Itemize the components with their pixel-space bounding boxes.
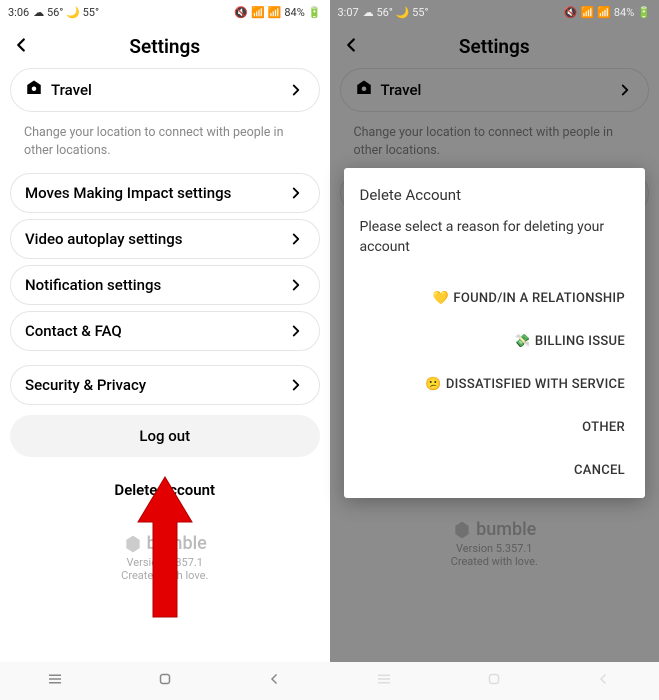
signal-icon: 📶 (268, 6, 282, 19)
back-button[interactable] (10, 34, 32, 60)
frown-icon: 😕 (425, 377, 442, 392)
page-title: Settings (129, 35, 200, 58)
battery-icon: 🔋 (637, 6, 651, 19)
travel-row[interactable]: Travel (10, 68, 320, 112)
settings-content: Travel Change your location to connect w… (0, 68, 330, 662)
wifi-icon: 📶 (580, 6, 594, 19)
delete-account-dialog: Delete Account Please select a reason fo… (344, 168, 646, 498)
footer: bumble Version 5.357.1 Created with love… (10, 513, 320, 592)
nav-recent-icon[interactable] (46, 670, 64, 692)
mute-icon: 🔇 (234, 6, 248, 19)
moves-row[interactable]: Moves Making Impact settings (10, 173, 320, 213)
mute-icon: 🔇 (564, 6, 578, 19)
heart-icon: 💛 (433, 291, 450, 306)
notification-row[interactable]: Notification settings (10, 265, 320, 305)
status-weather: ☁ 56° 🌙 55° (363, 6, 429, 19)
chevron-left-icon (10, 34, 32, 56)
option-cancel[interactable]: CANCEL (360, 449, 630, 492)
option-billing-issue[interactable]: 💸BILLING ISSUE (360, 320, 630, 363)
nav-recent-icon[interactable] (375, 670, 393, 692)
contact-faq-row[interactable]: Contact & FAQ (10, 311, 320, 351)
travel-description: Change your location to connect with peo… (10, 118, 320, 173)
option-dissatisfied[interactable]: 😕DISSATISFIED WITH SERVICE (360, 363, 630, 406)
status-time: 3:07 (338, 6, 359, 19)
travel-icon (25, 79, 43, 101)
status-bar: 3:07 ☁ 56° 🌙 55° 🔇 📶 📶 84% 🔋 (330, 0, 659, 24)
dialog-message: Please select a reason for deleting your… (360, 218, 630, 257)
version-text: Version 5.357.1 (10, 556, 320, 569)
chevron-right-icon (287, 81, 305, 99)
travel-label: Travel (51, 81, 92, 99)
dialog-title: Delete Account (360, 186, 630, 204)
battery-text: 84% (284, 6, 304, 19)
nav-back-icon[interactable] (266, 670, 284, 692)
nav-home-icon[interactable] (156, 670, 174, 692)
android-navbar (0, 662, 330, 700)
status-time: 3:06 (8, 6, 29, 19)
moves-label: Moves Making Impact settings (25, 184, 231, 202)
option-other[interactable]: OTHER (360, 406, 630, 449)
bumble-hex-icon (123, 534, 143, 554)
brand-logo: bumble (10, 533, 320, 554)
android-navbar (330, 662, 659, 700)
nav-back-icon[interactable] (595, 670, 613, 692)
phone-screen-right: 3:07 ☁ 56° 🌙 55° 🔇 📶 📶 84% 🔋 Settings Tr… (330, 0, 659, 700)
logout-button[interactable]: Log out (10, 415, 320, 457)
chevron-right-icon (287, 276, 305, 294)
battery-text: 84% (614, 6, 634, 19)
wifi-icon: 📶 (251, 6, 265, 19)
chevron-right-icon (287, 376, 305, 394)
option-found-relationship[interactable]: 💛FOUND/IN A RELATIONSHIP (360, 277, 630, 320)
chevron-right-icon (287, 322, 305, 340)
tagline-text: Created with love. (10, 569, 320, 582)
chevron-right-icon (287, 184, 305, 202)
notification-label: Notification settings (25, 276, 161, 294)
brand-text: bumble (147, 533, 207, 554)
signal-icon: 📶 (597, 6, 611, 19)
video-row[interactable]: Video autoplay settings (10, 219, 320, 259)
security-row[interactable]: Security & Privacy (10, 365, 320, 405)
nav-home-icon[interactable] (485, 670, 503, 692)
chevron-right-icon (287, 230, 305, 248)
battery-icon: 🔋 (308, 6, 322, 19)
video-label: Video autoplay settings (25, 230, 182, 248)
security-label: Security & Privacy (25, 376, 146, 394)
status-weather: ☁ 56° 🌙 55° (33, 6, 99, 19)
status-bar: 3:06 ☁ 56° 🌙 55° 🔇 📶 📶 84% 🔋 (0, 0, 330, 24)
phone-screen-left: 3:06 ☁ 56° 🌙 55° 🔇 📶 📶 84% 🔋 Settings Tr… (0, 0, 330, 700)
delete-account-link[interactable]: Delete account (10, 467, 320, 513)
header: Settings (0, 24, 330, 68)
contact-faq-label: Contact & FAQ (25, 322, 122, 340)
money-icon: 💸 (514, 334, 531, 349)
